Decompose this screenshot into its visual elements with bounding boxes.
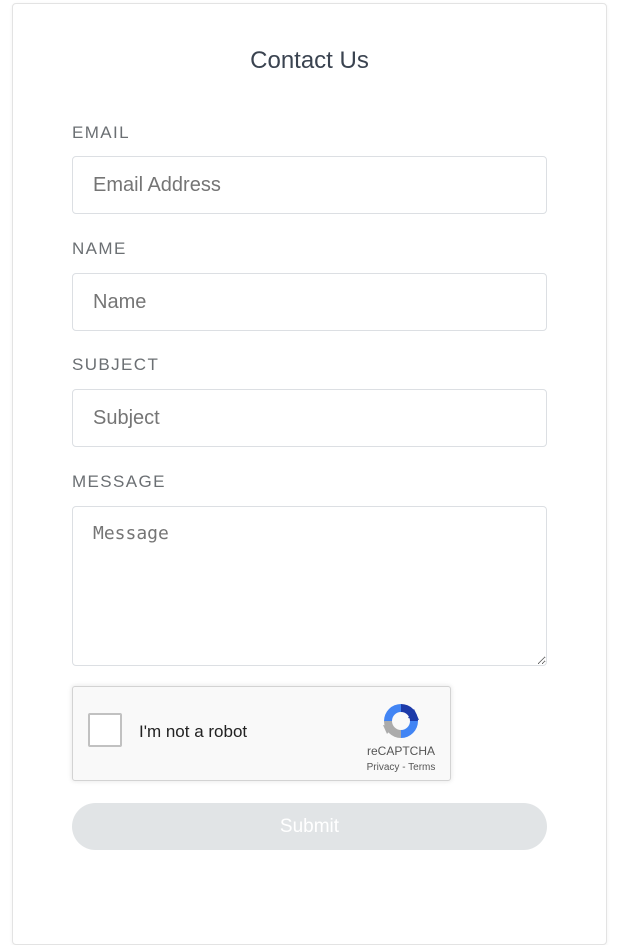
name-label: NAME [72, 239, 127, 258]
recaptcha-brand: reCAPTCHA [366, 744, 435, 758]
name-field[interactable] [72, 273, 547, 331]
recaptcha-links: Privacy - Terms [353, 762, 449, 773]
email-label: EMAIL [72, 123, 131, 142]
recaptcha-privacy-link[interactable]: Privacy [367, 762, 400, 773]
recaptcha-label: I'm not a robot [139, 722, 248, 741]
email-field[interactable] [72, 156, 547, 214]
subject-label: SUBJECT [72, 355, 160, 374]
contact-form-card: Contact Us EMAIL NAME SUBJECT MESSAGE I'… [12, 3, 607, 945]
message-label: MESSAGE [72, 472, 166, 491]
recaptcha-checkbox[interactable] [88, 713, 122, 747]
submit-button[interactable]: Submit [72, 803, 547, 850]
subject-field[interactable] [72, 389, 547, 447]
message-field[interactable] [72, 506, 547, 666]
recaptcha-link-separator: - [399, 762, 409, 773]
recaptcha-logo-icon [383, 704, 419, 738]
recaptcha-widget: I'm not a robot reCAPTCHA Privacy - Term… [72, 686, 451, 781]
recaptcha-terms-link[interactable]: Terms [408, 762, 435, 773]
page-title: Contact Us [250, 47, 369, 74]
